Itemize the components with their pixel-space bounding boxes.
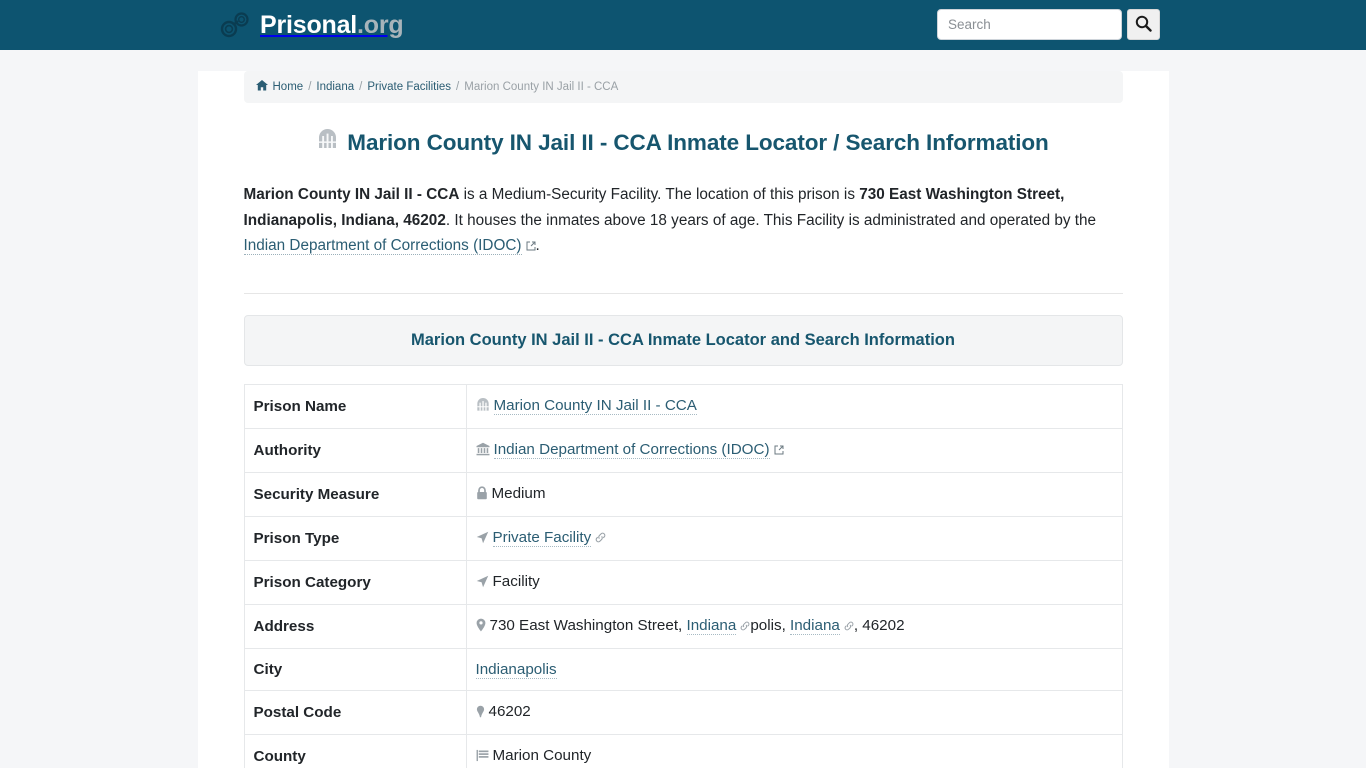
authority-link[interactable]: Indian Department of Corrections (IDOC) bbox=[493, 440, 770, 459]
city-link[interactable]: Indianapolis bbox=[475, 660, 557, 679]
intro-text-1: is a Medium-Security Facility. The locat… bbox=[459, 186, 860, 203]
address-postal: , 46202 bbox=[853, 616, 905, 634]
intro-paragraph: Marion County IN Jail II - CCA is a Medi… bbox=[243, 182, 1123, 260]
bank-icon bbox=[476, 442, 490, 460]
security-measure-value: Medium bbox=[491, 484, 546, 502]
info-table: Prison Name Marion County IN Jail II - C… bbox=[243, 384, 1123, 768]
chain-link-icon bbox=[844, 618, 854, 635]
location-arrow-icon bbox=[476, 575, 489, 592]
row-key: Prison Name bbox=[243, 384, 467, 428]
page-content: Home / Indiana / Private Facilities / Ma… bbox=[197, 71, 1169, 768]
county-value: Marion County bbox=[492, 746, 592, 764]
map-pin-icon bbox=[476, 705, 485, 722]
location-arrow-icon bbox=[476, 531, 489, 548]
page-title: Marion County IN Jail II - CCA Inmate Lo… bbox=[244, 129, 1123, 156]
external-link-icon bbox=[526, 234, 536, 260]
breadcrumb-separator: / bbox=[308, 81, 312, 93]
table-row: County Marion County bbox=[243, 734, 1123, 768]
row-key: Address bbox=[243, 604, 467, 648]
table-row: Prison Category Facility bbox=[243, 560, 1123, 604]
row-key: Postal Code bbox=[243, 690, 467, 734]
table-row: Prison Name Marion County IN Jail II - C… bbox=[243, 384, 1123, 428]
breadcrumb-item-current: Marion County IN Jail II - CCA bbox=[464, 81, 619, 93]
chain-link-icon bbox=[740, 618, 750, 635]
row-value: 730 East Washington Street, Indiana polis… bbox=[466, 604, 1123, 648]
row-key: Security Measure bbox=[243, 472, 467, 516]
map-pin-icon bbox=[476, 618, 486, 636]
row-key: Authority bbox=[243, 428, 467, 472]
search-input[interactable] bbox=[937, 9, 1122, 40]
row-value: 46202 bbox=[466, 690, 1123, 734]
row-value: Indian Department of Corrections (IDOC) bbox=[466, 428, 1123, 472]
breadcrumb-separator: / bbox=[456, 81, 460, 93]
intro-text-3: . bbox=[535, 237, 540, 254]
intro-facility-name: Marion County IN Jail II - CCA bbox=[243, 186, 460, 203]
breadcrumb: Home / Indiana / Private Facilities / Ma… bbox=[243, 71, 1123, 103]
row-key: City bbox=[243, 648, 467, 690]
page-title-text: Marion County IN Jail II - CCA Inmate Lo… bbox=[347, 129, 1049, 155]
breadcrumb-item-private-facilities[interactable]: Private Facilities bbox=[367, 81, 451, 93]
jail-icon bbox=[476, 397, 490, 416]
row-key: County bbox=[243, 734, 467, 768]
table-row: Prison Type Private Facility bbox=[243, 516, 1123, 560]
row-value: Facility bbox=[466, 560, 1123, 604]
site-header: Prisonal.org bbox=[0, 0, 1366, 50]
row-value: Marion County IN Jail II - CCA bbox=[466, 384, 1123, 428]
table-row: Postal Code 46202 bbox=[243, 690, 1123, 734]
search-button[interactable] bbox=[1127, 9, 1160, 40]
prison-category-value: Facility bbox=[492, 572, 540, 590]
site-logo-link[interactable]: Prisonal.org bbox=[220, 10, 404, 39]
brand-tld: .org bbox=[357, 10, 404, 39]
search-area bbox=[937, 9, 1160, 40]
lock-icon bbox=[476, 485, 488, 504]
intro-text-2: . It houses the inmates above 18 years o… bbox=[445, 211, 1097, 229]
flag-icon bbox=[476, 749, 489, 766]
table-row: Authority Indian Department of Correctio… bbox=[243, 428, 1123, 472]
prison-name-link[interactable]: Marion County IN Jail II - CCA bbox=[493, 396, 697, 415]
chain-link-icon bbox=[595, 530, 606, 547]
table-row: Security Measure Medium bbox=[243, 472, 1123, 516]
table-row: City Indianapolis bbox=[243, 648, 1123, 690]
address-state-link[interactable]: Indiana bbox=[790, 616, 840, 635]
external-link-icon bbox=[774, 442, 784, 459]
home-icon bbox=[255, 80, 268, 94]
breadcrumb-item-indiana[interactable]: Indiana bbox=[316, 81, 354, 93]
info-table-title: Marion County IN Jail II - CCA Inmate Lo… bbox=[243, 314, 1123, 366]
row-key: Prison Category bbox=[243, 560, 467, 604]
content-divider bbox=[243, 292, 1123, 294]
address-street: 730 East Washington Street, bbox=[489, 616, 687, 634]
intro-authority-link[interactable]: Indian Department of Corrections (IDOC) bbox=[243, 237, 522, 255]
breadcrumb-separator: / bbox=[359, 81, 363, 93]
row-value: Medium bbox=[466, 472, 1123, 516]
row-value: Private Facility bbox=[466, 516, 1123, 560]
table-row: Address 730 East Washington Street, Indi… bbox=[243, 604, 1123, 648]
address-city-suffix: polis, bbox=[750, 616, 791, 634]
address-city-link[interactable]: Indiana bbox=[686, 616, 737, 635]
handcuffs-icon bbox=[220, 12, 250, 38]
brand-name: Prisonal bbox=[260, 10, 358, 39]
row-value: Indianapolis bbox=[466, 648, 1123, 690]
prison-type-link[interactable]: Private Facility bbox=[492, 528, 592, 547]
search-icon bbox=[1135, 15, 1152, 35]
row-key: Prison Type bbox=[243, 516, 467, 560]
breadcrumb-item-home[interactable]: Home bbox=[273, 81, 304, 93]
row-value: Marion County bbox=[466, 734, 1123, 768]
postal-code-value: 46202 bbox=[488, 702, 531, 720]
jail-icon bbox=[317, 129, 338, 156]
